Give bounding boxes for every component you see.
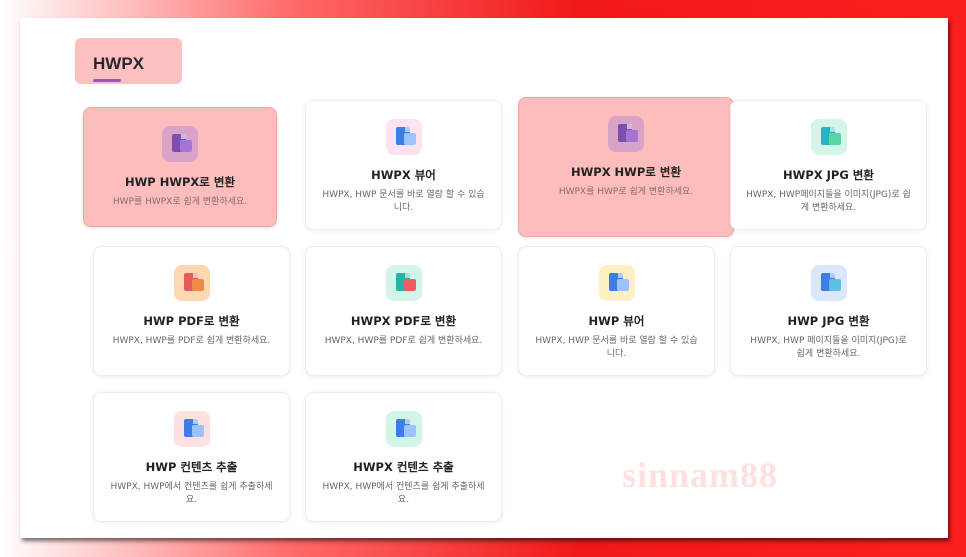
pdf-doc-icon bbox=[385, 265, 422, 301]
tool-card[interactable]: HWP 컨텐츠 추출 HWPX, HWP에서 컨텐츠를 쉽게 추출하세요. bbox=[93, 392, 290, 522]
tool-card[interactable]: HWPX JPG 변환 HWPX, HWP페이지들을 이미지(JPG)로 쉽게 변… bbox=[730, 100, 927, 230]
extract-content-icon bbox=[173, 411, 210, 447]
tool-card-description: HWPX, HWP 문서를 바로 열람 할 수 있습니다. bbox=[535, 336, 698, 359]
tool-card-description: HWPX, HWP페이지들을 이미지(JPG)로 쉽게 변환하세요. bbox=[746, 190, 911, 213]
watermark-text: sinnam88 bbox=[622, 455, 779, 495]
section-title-underline bbox=[93, 79, 121, 82]
tool-card-title: HWP 컨텐츠 추출 bbox=[145, 460, 238, 474]
pdf-doc-icon bbox=[173, 265, 210, 301]
tool-card-description: HWPX, HWP 문서를 바로 열람 할 수 있습니다. bbox=[322, 190, 485, 213]
tool-card-title: HWPX 뷰어 bbox=[371, 168, 436, 182]
tool-card-description: HWPX, HWP에서 컨텐츠를 쉽게 추출하세요. bbox=[110, 482, 273, 505]
viewer-doc-icon bbox=[385, 119, 422, 155]
tool-card[interactable]: HWP 뷰어 HWPX, HWP 문서를 바로 열람 할 수 있습니다. bbox=[518, 246, 715, 376]
tool-card[interactable]: HWP PDF로 변환 HWPX, HWP를 PDF로 쉽게 변환하세요. bbox=[93, 246, 290, 376]
tool-card[interactable]: HWPX HWP로 변환 HWPX를 HWP로 쉽게 변환하세요. bbox=[518, 97, 734, 237]
viewer-doc-icon bbox=[598, 265, 635, 301]
tool-card-title: HWPX 컨텐츠 추출 bbox=[353, 460, 454, 474]
tool-card-title: HWPX HWP로 변환 bbox=[570, 165, 682, 179]
tool-card-description: HWPX, HWP에서 컨텐츠를 쉽게 추출하세요. bbox=[322, 482, 485, 505]
tool-card-description: HWP를 HWPX로 쉽게 변환하세요. bbox=[112, 197, 248, 207]
tool-card-title: HWP HWPX로 변환 bbox=[124, 175, 236, 189]
section-title: HWPX bbox=[93, 54, 144, 73]
tool-card-title: HWP 뷰어 bbox=[588, 314, 645, 328]
tool-card[interactable]: HWP HWPX로 변환 HWP를 HWPX로 쉽게 변환하세요. bbox=[83, 107, 277, 227]
tool-card-description: HWPX, HWP 페이지들을 이미지(JPG)로 쉽게 변환하세요. bbox=[750, 336, 907, 359]
convert-doc-icon bbox=[162, 126, 198, 162]
tool-card[interactable]: HWPX 뷰어 HWPX, HWP 문서를 바로 열람 할 수 있습니다. bbox=[305, 100, 502, 230]
tool-card-title: HWP PDF로 변환 bbox=[143, 314, 240, 328]
tool-card-description: HWPX, HWP를 PDF로 쉽게 변환하세요. bbox=[112, 336, 271, 346]
tool-card-description: HWPX를 HWP로 쉽게 변환하세요. bbox=[558, 187, 694, 197]
tool-card[interactable]: HWP JPG 변환 HWPX, HWP 페이지들을 이미지(JPG)로 쉽게 변… bbox=[730, 246, 927, 376]
tool-card-title: HWPX PDF로 변환 bbox=[350, 314, 457, 328]
extract-content-icon bbox=[385, 411, 422, 447]
tool-card[interactable]: HWPX 컨텐츠 추출 HWPX, HWP에서 컨텐츠를 쉽게 추출하세요. bbox=[305, 392, 502, 522]
tool-card-title: HWP JPG 변환 bbox=[787, 314, 870, 328]
convert-doc-icon bbox=[608, 116, 644, 152]
image-doc-icon bbox=[810, 265, 847, 301]
image-doc-icon bbox=[810, 119, 847, 155]
tool-card-description: HWPX, HWP를 PDF로 쉽게 변환하세요. bbox=[324, 336, 483, 346]
tool-card[interactable]: HWPX PDF로 변환 HWPX, HWP를 PDF로 쉽게 변환하세요. bbox=[305, 246, 502, 376]
tool-card-title: HWPX JPG 변환 bbox=[783, 168, 874, 182]
